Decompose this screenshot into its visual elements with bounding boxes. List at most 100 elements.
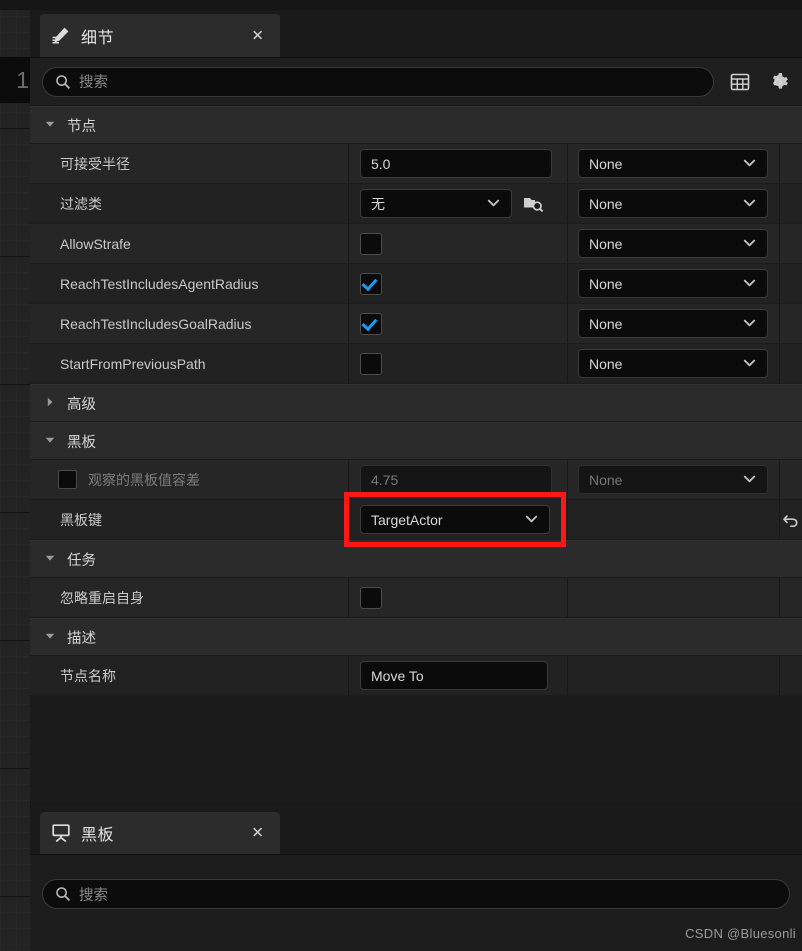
- property-checkbox[interactable]: [360, 272, 382, 295]
- property-row[interactable]: 节点名称 Move To: [30, 656, 802, 696]
- text-input[interactable]: Move To: [360, 661, 548, 690]
- search-placeholder: 搜索: [79, 75, 108, 91]
- property-row[interactable]: 可接受半径 5.0 None: [30, 144, 802, 184]
- binding-dropdown[interactable]: None: [578, 189, 768, 218]
- caret-down-icon: [44, 552, 56, 567]
- property-value-group: [349, 578, 802, 617]
- gear-icon[interactable]: [766, 70, 790, 94]
- blackboard-key-dropdown[interactable]: TargetActor: [360, 505, 550, 534]
- binding-dropdown[interactable]: None: [578, 269, 768, 298]
- property-row[interactable]: 忽略重启自身: [30, 578, 802, 618]
- property-value-cell: [349, 232, 567, 255]
- section-header-advanced[interactable]: 高级: [30, 384, 802, 422]
- tab-details[interactable]: 细节 ✕: [40, 14, 280, 57]
- property-reset-cell: [779, 304, 802, 343]
- property-checkbox[interactable]: [360, 352, 382, 375]
- chevron-down-icon: [742, 235, 757, 253]
- graph-background-strip: [0, 0, 31, 951]
- property-row[interactable]: 过滤类 无 None: [30, 184, 802, 224]
- property-binding-cell: [567, 578, 779, 617]
- property-row[interactable]: 黑板键 TargetActor: [30, 500, 802, 540]
- number-input[interactable]: 5.0: [360, 149, 552, 178]
- table-columns-icon[interactable]: [728, 70, 752, 94]
- caret-down-icon: [44, 630, 56, 645]
- blackboard-tabstrip: 黑板 ✕: [30, 808, 802, 855]
- property-value-group: None: [349, 304, 802, 343]
- property-value-group: 5.0 None: [349, 144, 802, 183]
- binding-dropdown[interactable]: None: [578, 229, 768, 258]
- property-value-group: 4.75 None: [349, 460, 802, 499]
- binding-dropdown[interactable]: None: [578, 149, 768, 178]
- caret-right-icon: [44, 396, 56, 411]
- property-binding-cell: [567, 656, 779, 695]
- section-header-task[interactable]: 任务: [30, 540, 802, 578]
- property-value-group: 无 None: [349, 184, 802, 223]
- binding-value: None: [589, 235, 623, 252]
- graph-grid-major: [0, 0, 30, 951]
- property-value-cell: 4.75: [349, 465, 567, 494]
- details-tabstrip: 细节 ✕: [30, 10, 802, 58]
- tab-details-close-icon[interactable]: ✕: [251, 28, 264, 43]
- property-label: 节点名称: [60, 667, 116, 684]
- browse-content-icon[interactable]: [522, 193, 544, 215]
- property-value-cell: [349, 352, 567, 375]
- binding-dropdown[interactable]: None: [578, 309, 768, 338]
- number-input[interactable]: 4.75: [360, 465, 552, 494]
- property-binding-cell: None: [567, 184, 779, 223]
- property-label: ReachTestIncludesAgentRadius: [60, 275, 259, 292]
- property-value-cell: 无: [349, 189, 567, 218]
- chevron-down-icon: [742, 315, 757, 333]
- property-value-group: None: [349, 264, 802, 303]
- property-binding-cell: [567, 500, 779, 539]
- graph-node-chip-label: 1: [16, 67, 29, 93]
- property-reset-cell: [779, 344, 802, 383]
- property-row[interactable]: ReachTestIncludesGoalRadius None: [30, 304, 802, 344]
- property-checkbox[interactable]: [360, 586, 382, 609]
- tab-blackboard-label: 黑板: [81, 827, 115, 844]
- binding-dropdown[interactable]: None: [578, 349, 768, 378]
- binding-dropdown[interactable]: None: [578, 465, 768, 494]
- property-row[interactable]: AllowStrafe None: [30, 224, 802, 264]
- enum-dropdown[interactable]: 无: [360, 189, 512, 218]
- property-label: 忽略重启自身: [60, 589, 144, 606]
- property-label-cell: 观察的黑板值容差: [30, 460, 349, 499]
- property-value-cell: Move To: [349, 661, 567, 690]
- blackboard-search-row: 搜索: [30, 855, 802, 915]
- property-checkbox[interactable]: [360, 232, 382, 255]
- tab-blackboard-close-icon[interactable]: ✕: [251, 826, 264, 841]
- property-enable-checkbox[interactable]: [58, 470, 77, 489]
- tab-blackboard[interactable]: 黑板 ✕: [40, 812, 280, 854]
- enum-value: 无: [371, 195, 385, 212]
- property-label-cell: 过滤类: [30, 184, 349, 223]
- section-header-node[interactable]: 节点: [30, 106, 802, 144]
- section-header-blackboard[interactable]: 黑板: [30, 422, 802, 460]
- property-row[interactable]: 观察的黑板值容差 4.75 None: [30, 460, 802, 500]
- number-value: 5.0: [371, 155, 391, 172]
- property-label-cell: ReachTestIncludesAgentRadius: [30, 264, 349, 303]
- chevron-down-icon: [742, 471, 757, 489]
- search-input[interactable]: 搜索: [42, 66, 714, 97]
- property-row[interactable]: StartFromPreviousPath None: [30, 344, 802, 384]
- blackboard-search-input[interactable]: 搜索: [42, 879, 790, 909]
- editor-topbar: [0, 0, 802, 10]
- property-value-group: TargetActor: [349, 500, 802, 539]
- property-label: StartFromPreviousPath: [60, 355, 206, 372]
- property-label-cell: 节点名称: [30, 656, 349, 695]
- property-value-group: None: [349, 344, 802, 383]
- section-label: 描述: [67, 630, 96, 647]
- section-header-description[interactable]: 描述: [30, 618, 802, 656]
- property-reset-cell: [779, 264, 802, 303]
- reset-arrow-icon[interactable]: [781, 510, 801, 530]
- caret-down-icon: [44, 434, 56, 449]
- graph-node-chip[interactable]: 1: [0, 57, 34, 103]
- property-label: 可接受半径: [60, 155, 130, 172]
- property-reset-cell: [779, 144, 802, 183]
- property-label: AllowStrafe: [60, 235, 131, 252]
- details-panel: 细节 ✕ 搜索 节点 可接受半径 5.0 None 过滤类 无 None All…: [30, 10, 802, 806]
- search-icon: [55, 74, 71, 90]
- details-pencil-icon: [50, 25, 72, 47]
- property-binding-cell: None: [567, 224, 779, 263]
- property-checkbox[interactable]: [360, 312, 382, 335]
- property-value-cell: TargetActor: [349, 505, 567, 534]
- property-row[interactable]: ReachTestIncludesAgentRadius None: [30, 264, 802, 304]
